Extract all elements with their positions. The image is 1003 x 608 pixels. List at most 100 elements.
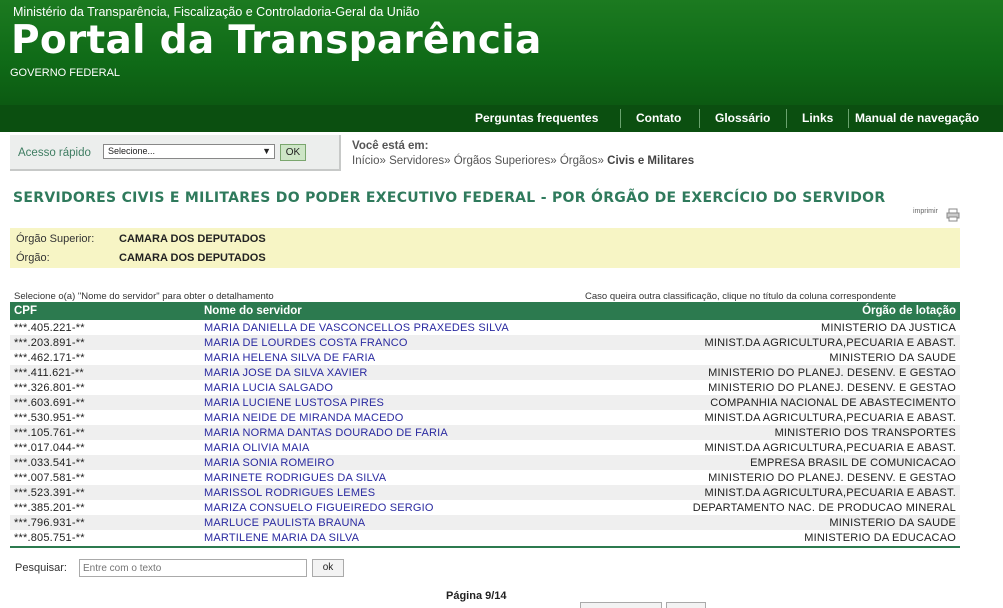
column-header-organ[interactable]: Órgão de lotação [600, 302, 960, 320]
cpf-cell: ***.033.541-** [10, 455, 200, 470]
top-nav: Perguntas frequentes Contato Glossário L… [0, 105, 1003, 132]
breadcrumb-current: Civis e Militares [607, 155, 695, 167]
table-row: ***.007.581-** MARINETE RODRIGUES DA SILV… [10, 470, 960, 485]
organ-cell: MINISTERIO DO PLANEJ. DESENV. E GESTAO [600, 380, 960, 395]
servant-name-link[interactable]: MARIA DE LOURDES COSTA FRANCO [200, 335, 600, 350]
servant-name-link[interactable]: MARIA NEIDE DE MIRANDA MACEDO [200, 410, 600, 425]
nav-divider [786, 109, 787, 128]
cpf-cell: ***.105.761-** [10, 425, 200, 440]
table-bottom-border [10, 546, 960, 548]
nav-glossary-link[interactable]: Glossário [715, 111, 770, 125]
page-indicator: Página 9/14 [446, 590, 507, 602]
breadcrumb-separator: » [379, 155, 386, 167]
quick-access-selected: Selecione... [108, 146, 156, 156]
nav-divider [848, 109, 849, 128]
table-row: ***.017.044-** MARIA OLIVIA MAIA MINIST.DA… [10, 440, 960, 455]
table-row: ***.105.761-** MARIA NORMA DANTAS DOURADO… [10, 425, 960, 440]
breadcrumb-servidores[interactable]: Servidores [389, 155, 444, 167]
table-row: ***.796.931-** MARLUCE PAULISTA BRAUNA MIN… [10, 515, 960, 530]
nav-divider [699, 109, 700, 128]
nav-contact-link[interactable]: Contato [636, 111, 681, 125]
organ-cell: MINISTERIO DO PLANEJ. DESENV. E GESTAO [600, 470, 960, 485]
servants-table: CPF Nome do servidor Órgão de lotação **… [10, 302, 960, 545]
servant-name-link[interactable]: MARIA LUCIENE LUSTOSA PIRES [200, 395, 600, 410]
nav-manual-link[interactable]: Manual de navegação [855, 111, 979, 125]
quick-access-select[interactable]: Selecione... ▼ [103, 144, 275, 159]
cpf-cell: ***.603.691-** [10, 395, 200, 410]
organ-cell: EMPRESA BRASIL DE COMUNICACAO [600, 455, 960, 470]
servant-name-link[interactable]: MARIA NORMA DANTAS DOURADO DE FARIA [200, 425, 600, 440]
breadcrumb-orgaos[interactable]: Órgãos [560, 155, 598, 167]
dropdown-arrow-icon: ▼ [262, 146, 271, 156]
organ-cell: DEPARTAMENTO NAC. DE PRODUCAO MINERAL [600, 500, 960, 515]
table-row: ***.805.751-** MARTILENE MARIA DA SILVA MI… [10, 530, 960, 545]
organ-cell: MINIST.DA AGRICULTURA,PECUARIA E ABAST. [600, 440, 960, 455]
table-row: ***.523.391-** MARISSOL RODRIGUES LEMES MI… [10, 485, 960, 500]
table-row: ***.326.801-** MARIA LUCIA SALGADO MINISTE… [10, 380, 960, 395]
pagination-button[interactable] [666, 602, 706, 608]
breadcrumb-separator: » [597, 155, 604, 167]
page-title: SERVIDORES CIVIS E MILITARES DO PODER EX… [13, 190, 886, 206]
servant-name-link[interactable]: MARIA JOSE DA SILVA XAVIER [200, 365, 600, 380]
cpf-cell: ***.007.581-** [10, 470, 200, 485]
search-ok-button[interactable]: ok [312, 559, 344, 577]
table-row: ***.530.951-** MARIA NEIDE DE MIRANDA MAC… [10, 410, 960, 425]
cpf-cell: ***.462.171-** [10, 350, 200, 365]
nav-divider [620, 109, 621, 128]
portal-title[interactable]: Portal da Transparência [11, 18, 542, 63]
search-input[interactable] [79, 559, 307, 577]
cpf-cell: ***.805.751-** [10, 530, 200, 545]
organ-cell: MINISTERIO DO PLANEJ. DESENV. E GESTAO [600, 365, 960, 380]
servant-name-link[interactable]: MARISSOL RODRIGUES LEMES [200, 485, 600, 500]
servant-name-link[interactable]: MARIA DANIELLA DE VASCONCELLOS PRAXEDES … [200, 320, 600, 335]
pagination-button[interactable] [580, 602, 662, 608]
servant-name-link[interactable]: MARLUCE PAULISTA BRAUNA [200, 515, 600, 530]
quick-access-label: Acesso rápido [18, 147, 91, 159]
organ-cell: MINISTERIO DA SAUDE [600, 515, 960, 530]
breadcrumb-separator: » [444, 155, 451, 167]
site-header: Ministério da Transparência, Fiscalizaçã… [0, 0, 1003, 105]
servant-name-link[interactable]: MARINETE RODRIGUES DA SILVA [200, 470, 600, 485]
organ-cell: MINIST.DA AGRICULTURA,PECUARIA E ABAST. [600, 410, 960, 425]
nav-faq-link[interactable]: Perguntas frequentes [475, 111, 598, 125]
breadcrumb-separator: » [550, 155, 557, 167]
cpf-cell: ***.017.044-** [10, 440, 200, 455]
column-header-name[interactable]: Nome do servidor [200, 302, 600, 320]
servant-name-link[interactable]: MARIA LUCIA SALGADO [200, 380, 600, 395]
search-label: Pesquisar: [15, 562, 67, 574]
breadcrumb-home[interactable]: Início [352, 155, 380, 167]
cpf-cell: ***.203.891-** [10, 335, 200, 350]
organ-cell: COMPANHIA NACIONAL DE ABASTECIMENTO [600, 395, 960, 410]
column-header-cpf[interactable]: CPF [10, 302, 200, 320]
servant-name-link[interactable]: MARIZA CONSUELO FIGUEIREDO SERGIO [200, 500, 600, 515]
breadcrumb-label: Você está em: [352, 140, 429, 152]
superior-organ-label: Órgão Superior: [16, 233, 95, 245]
organ-cell: MINIST.DA AGRICULTURA,PECUARIA E ABAST. [600, 335, 960, 350]
organ-cell: MINISTERIO DA JUSTICA [600, 320, 960, 335]
organ-value: CAMARA DOS DEPUTADOS [119, 252, 266, 264]
cpf-cell: ***.796.931-** [10, 515, 200, 530]
cpf-cell: ***.411.621-** [10, 365, 200, 380]
servant-name-link[interactable]: MARIA OLIVIA MAIA [200, 440, 600, 455]
superior-organ-value: CAMARA DOS DEPUTADOS [119, 233, 266, 245]
sort-hint: Caso queira outra classificação, clique … [585, 291, 897, 302]
cpf-cell: ***.405.221-** [10, 320, 200, 335]
servant-name-link[interactable]: MARIA HELENA SILVA DE FARIA [200, 350, 600, 365]
table-row: ***.603.691-** MARIA LUCIENE LUSTOSA PIRE… [10, 395, 960, 410]
servant-name-link[interactable]: MARIA SONIA ROMEIRO [200, 455, 600, 470]
servant-name-link[interactable]: MARTILENE MARIA DA SILVA [200, 530, 600, 545]
organ-cell: MINISTERIO DA SAUDE [600, 350, 960, 365]
breadcrumb: Início» Servidores» Órgãos Superiores» Ó… [352, 155, 694, 167]
print-link[interactable]: imprimir [913, 208, 938, 215]
organ-cell: MINISTERIO DA EDUCACAO [600, 530, 960, 545]
table-row: ***.411.621-** MARIA JOSE DA SILVA XAVIER… [10, 365, 960, 380]
cpf-cell: ***.326.801-** [10, 380, 200, 395]
nav-links-link[interactable]: Links [802, 111, 833, 125]
table-row: ***.385.201-** MARIZA CONSUELO FIGUEIREDO… [10, 500, 960, 515]
table-row: ***.033.541-** MARIA SONIA ROMEIRO EMPRESA… [10, 455, 960, 470]
organ-cell: MINIST.DA AGRICULTURA,PECUARIA E ABAST. [600, 485, 960, 500]
quick-access-ok-button[interactable]: OK [280, 144, 306, 161]
table-row: ***.203.891-** MARIA DE LOURDES COSTA FRA… [10, 335, 960, 350]
printer-icon[interactable] [946, 208, 960, 222]
breadcrumb-orgaos-superiores[interactable]: Órgãos Superiores [454, 155, 551, 167]
